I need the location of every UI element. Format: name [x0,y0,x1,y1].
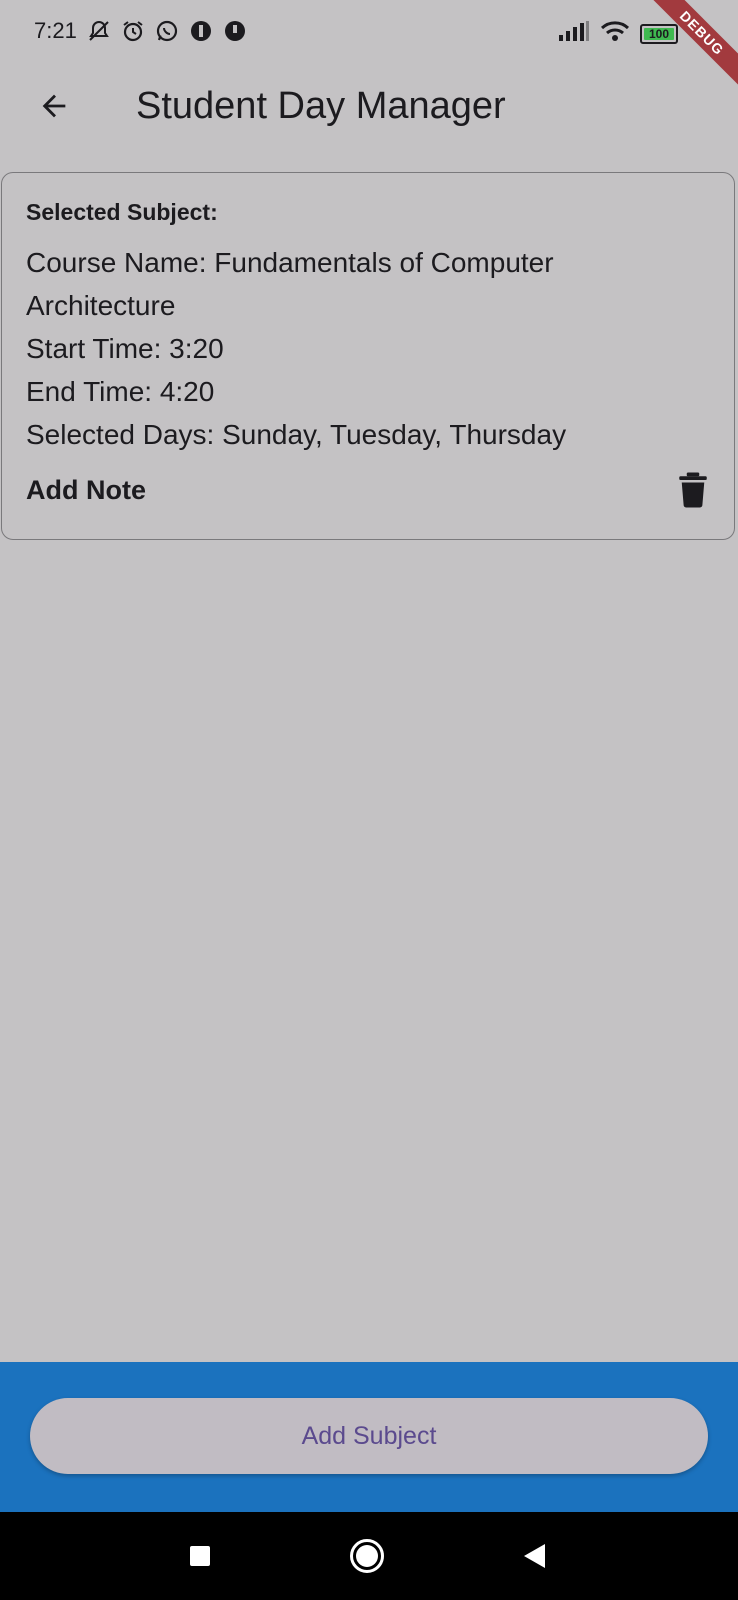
course-name-line: Course Name: Fundamentals of Computer Ar… [26,247,554,321]
start-time-line: Start Time: 3:20 [26,333,224,364]
alarm-icon [120,18,146,44]
muted-bell-icon [86,18,112,44]
app-notification-icon [222,18,248,44]
trash-icon [679,472,707,508]
subject-details: Course Name: Fundamentals of Computer Ar… [26,241,686,456]
system-nav-bar [0,1512,738,1600]
app-notification-icon [188,18,214,44]
page-title: Student Day Manager [136,85,506,127]
add-note-button[interactable]: Add Note [26,475,146,506]
wifi-icon [600,20,630,47]
whatsapp-icon [154,18,180,44]
selected-days-line: Selected Days: Sunday, Tuesday, Thursday [26,419,567,450]
delete-button[interactable] [672,469,714,511]
signal-icon [558,20,590,47]
battery-icon: 100 [640,23,678,44]
back-button[interactable] [28,80,80,132]
subject-card[interactable]: Selected Subject: Course Name: Fundament… [1,172,735,540]
status-bar: 7:21 100 DEBUG [0,0,738,91]
recents-square-icon [190,1546,210,1566]
recents-button[interactable] [176,1532,224,1580]
nav-back-button[interactable] [510,1532,558,1580]
system-status-icons: 100 [558,20,678,47]
app-bar: Student Day Manager [0,66,738,176]
home-button[interactable] [343,1532,391,1580]
arrow-back-icon [42,94,66,118]
add-subject-button[interactable]: Add Subject [30,1398,708,1474]
end-time-line: End Time: 4:20 [26,376,215,407]
back-triangle-icon [524,1544,545,1568]
status-time: 7:21 [34,18,77,43]
home-circle-icon [350,1539,384,1573]
notification-icons [86,18,248,44]
card-heading: Selected Subject: [26,199,218,225]
bottom-bar: Add Subject [0,1362,738,1512]
battery-level: 100 [648,26,670,41]
